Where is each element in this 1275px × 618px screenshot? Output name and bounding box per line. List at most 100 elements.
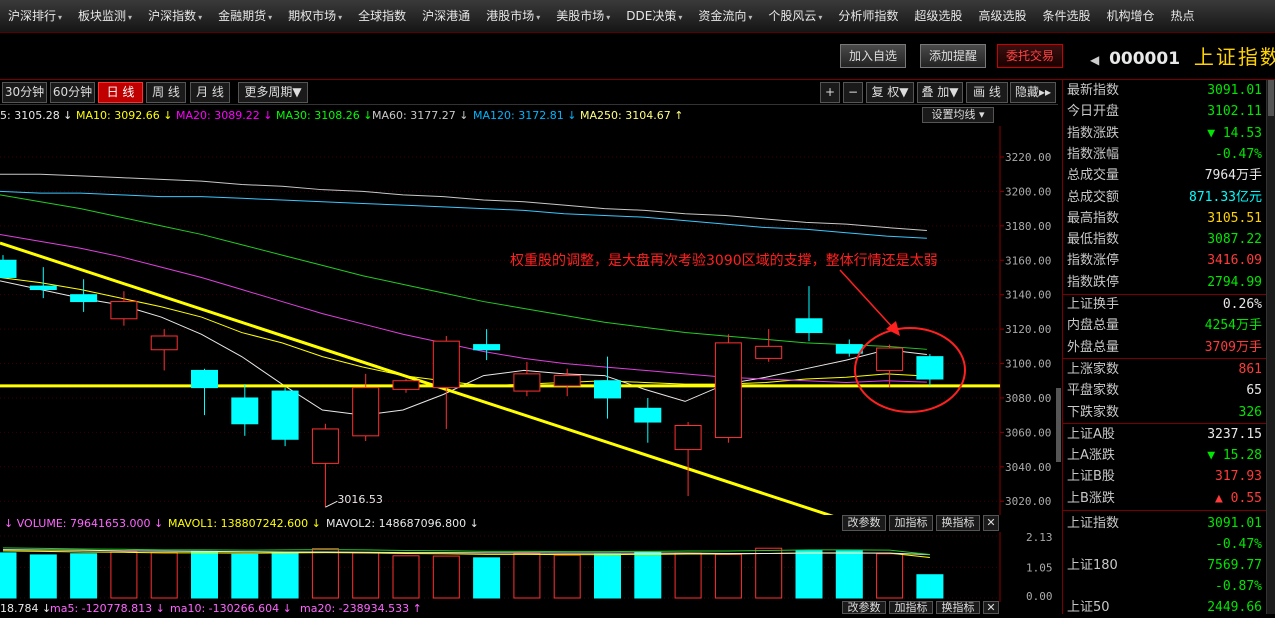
nav-item-4[interactable]: 期权市场 ▾ xyxy=(280,0,350,32)
candle[interactable] xyxy=(191,368,218,416)
quote-row: 外盘总量 3709万手 xyxy=(1063,337,1266,358)
candle[interactable] xyxy=(714,334,742,443)
candle[interactable] xyxy=(311,423,339,508)
add-watchlist-button[interactable]: 加入自选 xyxy=(840,44,906,68)
nav-item-9[interactable]: DDE决策 ▾ xyxy=(618,0,690,32)
nav-item-8[interactable]: 美股市场 ▾ xyxy=(548,0,618,32)
nav-item-3[interactable]: 金融期货 ▾ xyxy=(210,0,280,32)
indicator-ma5-legend: ma5: -120778.813 ↓ xyxy=(50,602,165,614)
candle[interactable] xyxy=(594,356,621,419)
zoom-out-button[interactable]: − xyxy=(843,82,863,103)
right-scrollbar[interactable] xyxy=(1266,80,1275,614)
volume-switch-indicator-button[interactable]: 换指标 xyxy=(936,515,980,531)
index-row[interactable]: 上证指数 3091.01 xyxy=(1063,513,1266,534)
volume-bar[interactable] xyxy=(150,552,178,599)
volume-bar[interactable] xyxy=(231,553,259,599)
candle[interactable] xyxy=(432,335,460,429)
volume-bar[interactable] xyxy=(29,554,57,599)
volume-bar[interactable] xyxy=(835,550,863,599)
volume-bar[interactable] xyxy=(392,555,420,599)
volume-bar[interactable] xyxy=(352,552,380,599)
quote-value: 65 xyxy=(1246,383,1262,399)
volume-bar[interactable] xyxy=(513,552,541,599)
nav-item-14[interactable]: 高级选股 xyxy=(970,0,1034,32)
indicator-close-icon[interactable]: ✕ xyxy=(983,601,999,614)
set-ma-dropdown[interactable]: 设置均线 ▾ xyxy=(922,107,994,123)
period-60min-button[interactable]: 60分钟 xyxy=(50,82,95,103)
nav-item-2[interactable]: 沪深指数 ▾ xyxy=(140,0,210,32)
trade-order-button[interactable]: 委托交易 xyxy=(997,44,1063,68)
candle[interactable] xyxy=(916,354,944,386)
nav-item-11[interactable]: 个股风云 ▾ xyxy=(760,0,830,32)
volume-params-button[interactable]: 改参数 xyxy=(842,515,886,531)
candle[interactable] xyxy=(473,329,501,361)
period-monthly-button[interactable]: 月 线 xyxy=(190,82,230,103)
nav-item-17[interactable]: 热点 xyxy=(1162,0,1202,32)
volume-bar[interactable] xyxy=(553,554,581,599)
candle[interactable] xyxy=(634,397,662,443)
volume-bar[interactable] xyxy=(916,574,944,599)
volume-bar[interactable] xyxy=(594,553,621,599)
indicator-add-button[interactable]: 加指标 xyxy=(889,601,933,614)
candle[interactable] xyxy=(231,384,259,436)
volume-bar[interactable] xyxy=(311,548,339,599)
nav-item-12[interactable]: 分析师指数 xyxy=(830,0,906,32)
volume-bar[interactable] xyxy=(70,553,98,599)
prev-stock-icon[interactable]: ◀ xyxy=(1090,53,1099,67)
candle[interactable] xyxy=(0,255,17,278)
index-row[interactable]: 上证50 2449.66 xyxy=(1063,597,1266,618)
volume-close-icon[interactable]: ✕ xyxy=(983,515,999,531)
volume-bar[interactable] xyxy=(876,553,904,599)
volume-chart[interactable]: 2.13 1.05 0.00 xyxy=(0,532,1058,602)
fuquan-dropdown[interactable]: 复 权▼ xyxy=(866,82,914,103)
volume-bar[interactable] xyxy=(271,552,299,599)
candle[interactable] xyxy=(352,373,380,441)
candle[interactable] xyxy=(392,379,420,393)
period-daily-button[interactable]: 日 线 xyxy=(98,82,143,103)
volume-bar[interactable] xyxy=(674,552,702,599)
more-periods-dropdown[interactable]: 更多周期▼ xyxy=(238,82,308,103)
period-weekly-button[interactable]: 周 线 xyxy=(146,82,186,103)
nav-item-10[interactable]: 资金流向 ▾ xyxy=(690,0,760,32)
period-30min-button[interactable]: 30分钟 xyxy=(2,82,47,103)
nav-item-0[interactable]: 沪深排行 ▾ xyxy=(0,0,70,32)
nav-item-13[interactable]: 超级选股 xyxy=(906,0,970,32)
nav-item-1[interactable]: 板块监测 ▾ xyxy=(70,0,140,32)
add-alert-button[interactable]: 添加提醒 xyxy=(920,44,986,68)
volume-bar[interactable] xyxy=(714,553,742,599)
volume-bar[interactable] xyxy=(634,551,662,599)
nav-item-16[interactable]: 机构增仓 xyxy=(1098,0,1162,32)
indicator-params-button[interactable]: 改参数 xyxy=(842,601,886,614)
quote-row: 最新指数 3091.01 xyxy=(1063,80,1266,101)
volume-bar[interactable] xyxy=(795,550,823,599)
nav-item-5[interactable]: 全球指数 xyxy=(350,0,414,32)
price-chart[interactable]: 3220.00 3200.00 3180.00 3160.00 3140.00 3120.… xyxy=(0,126,1058,515)
chart-splitter-handle[interactable] xyxy=(1056,388,1061,462)
volume-add-indicator-button[interactable]: 加指标 xyxy=(889,515,933,531)
indicator-switch-button[interactable]: 换指标 xyxy=(936,601,980,614)
zoom-in-button[interactable]: + xyxy=(820,82,840,103)
candle[interactable] xyxy=(755,329,783,362)
volume-bar[interactable] xyxy=(0,552,17,599)
candle[interactable] xyxy=(674,422,702,497)
candle[interactable] xyxy=(513,361,541,397)
nav-item-6[interactable]: 沪深港通 xyxy=(414,0,478,32)
overlay-dropdown[interactable]: 叠 加▼ xyxy=(917,82,963,103)
draw-line-button[interactable]: 画 线 xyxy=(966,82,1008,103)
volume-bar[interactable] xyxy=(432,555,460,599)
candle[interactable] xyxy=(271,387,299,447)
candle[interactable] xyxy=(795,286,823,342)
candle[interactable] xyxy=(150,329,178,371)
nav-item-15[interactable]: 条件选股 xyxy=(1034,0,1098,32)
nav-item-7[interactable]: 港股市场 ▾ xyxy=(478,0,548,32)
volume-bar[interactable] xyxy=(110,551,138,599)
scrollbar-thumb[interactable] xyxy=(1268,80,1274,116)
volume-bar[interactable] xyxy=(191,550,218,599)
candle[interactable] xyxy=(553,368,581,397)
index-row[interactable]: 上证180 7569.77 xyxy=(1063,555,1266,576)
candle[interactable] xyxy=(70,279,98,312)
hide-panel-button[interactable]: 隐藏▸▸ xyxy=(1010,82,1056,103)
candle[interactable] xyxy=(29,267,57,299)
volume-bar[interactable] xyxy=(473,557,501,599)
volume-bar[interactable] xyxy=(755,547,783,599)
